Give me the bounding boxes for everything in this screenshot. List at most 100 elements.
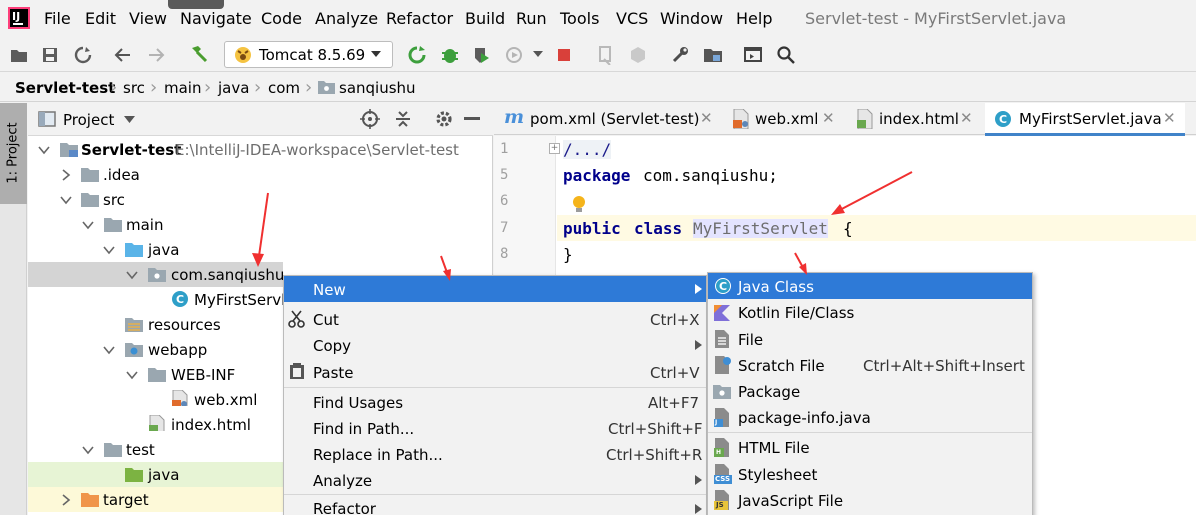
breadcrumb-main[interactable]: main [164,79,201,97]
tree-row-idea[interactable]: .idea [28,162,493,187]
menu-item-analyze[interactable]: Analyze [313,472,372,490]
menu-build[interactable]: Build [465,9,505,28]
tree-row-test-java[interactable]: java [28,462,283,487]
submenu-item-java-class[interactable]: Java Class [738,278,814,296]
attach-debugger-icon[interactable] [596,45,616,65]
menu-navigate[interactable]: Navigate [180,9,252,28]
tree-label: java [148,466,180,484]
debug-bug-icon[interactable] [440,45,460,65]
tree-row-src[interactable]: src [28,187,493,212]
hide-panel-icon[interactable] [464,117,480,121]
menu-code[interactable]: Code [261,9,302,28]
submenu-item-html-file[interactable]: HTML File [738,439,810,457]
tree-row-main[interactable]: main [28,212,493,237]
back-arrow-icon[interactable] [114,46,134,66]
menu-file[interactable]: File [44,9,71,28]
submenu-arrow-icon [695,340,702,350]
tree-row-target[interactable]: target [28,487,283,512]
chevron-right-icon [62,169,71,181]
scissors-icon [288,310,305,328]
tree-row-resources[interactable]: resources [28,312,283,337]
tree-row-webxml[interactable]: web.xml [28,387,283,412]
submenu-item-stylesheet[interactable]: Stylesheet [738,466,817,484]
menu-analyze[interactable]: Analyze [315,9,378,28]
sync-icon[interactable] [74,46,94,66]
menu-item-paste[interactable]: Paste [313,364,354,382]
chevron-right-icon [62,494,71,506]
tree-row-webinf[interactable]: WEB-INF [28,362,283,387]
presentation-window-icon[interactable] [743,45,763,65]
locate-target-icon[interactable] [360,109,380,129]
chevron-down-icon [103,246,115,255]
tree-row-indexhtml[interactable]: index.html [28,412,283,437]
fold-toggle-icon[interactable]: + [549,143,560,154]
build-hammer-icon[interactable] [189,44,209,64]
submenu-item-package[interactable]: Package [738,383,800,401]
menu-item-refactor[interactable]: Refactor [313,500,376,515]
submenu-item-package-info[interactable]: package-info.java [738,409,871,427]
profiler-icon[interactable] [504,45,524,65]
close-icon[interactable]: ✕ [700,109,713,127]
menu-help[interactable]: Help [736,9,772,28]
menu-view[interactable]: View [129,9,167,28]
menu-item-replace-in-path[interactable]: Replace in Path... [313,446,443,464]
chevron-down-icon[interactable] [124,116,135,123]
chevron-down-icon[interactable] [533,51,543,58]
tab-index-html[interactable]: index.html ✕ [846,103,982,135]
rerun-icon[interactable] [407,45,427,65]
tree-row-java[interactable]: java [28,237,493,262]
tree-row-project-root[interactable]: Servlet-test E:\IntelliJ-IDEA-workspace\… [28,137,493,162]
menu-run[interactable]: Run [516,9,547,28]
dependencies-icon[interactable] [628,45,648,65]
breadcrumb-sanqiushu[interactable]: sanqiushu [339,79,416,97]
settings-wrench-icon[interactable] [670,45,690,65]
menu-edit[interactable]: Edit [85,9,116,28]
project-panel-title[interactable]: Project [63,111,114,129]
breadcrumb-project[interactable]: Servlet-test [15,79,115,97]
search-icon[interactable] [776,45,796,65]
collapse-all-icon[interactable] [393,109,413,129]
tab-web-xml[interactable]: web.xml ✕ [722,103,844,135]
tab-label: MyFirstServlet.java [1019,110,1162,128]
tree-row-package-selected[interactable]: com.sanqiushu [28,262,284,287]
menu-item-cut[interactable]: Cut [313,311,339,329]
close-icon[interactable]: ✕ [1163,109,1176,127]
line-number: 6 [500,193,509,209]
gear-icon[interactable] [434,109,454,129]
menu-item-new[interactable]: New [313,281,346,299]
folder-icon [104,443,122,457]
open-folder-icon[interactable] [10,46,30,66]
breadcrumb-com[interactable]: com [268,79,300,97]
tree-path-hint: E:\IntelliJ-IDEA-workspace\Servlet-test [175,141,459,159]
menu-vcs[interactable]: VCS [616,9,648,28]
submenu-item-scratch-file[interactable]: Scratch File [738,357,825,375]
menu-item-copy[interactable]: Copy [313,337,351,355]
menu-window[interactable]: Window [660,9,723,28]
tab-myfirstservlet-active[interactable]: C MyFirstServlet.java ✕ [985,103,1185,136]
tree-row-test[interactable]: test [28,437,283,462]
tree-row-myfirstservlet[interactable]: C MyFirstServlet [28,287,300,312]
menu-tools[interactable]: Tools [560,9,599,28]
folded-imports[interactable]: /.../ [563,140,612,159]
context-menu-item-new-highlight[interactable] [284,276,706,302]
save-icon[interactable] [41,46,61,66]
breadcrumb-src[interactable]: src [123,79,145,97]
tree-row-webapp[interactable]: webapp [28,337,283,362]
lightbulb-icon[interactable] [571,195,587,215]
submenu-arrow-icon [695,475,702,485]
project-structure-icon[interactable] [703,45,723,65]
submenu-item-javascript-file[interactable]: JavaScript File [738,492,843,510]
forward-arrow-icon[interactable] [147,46,167,66]
menu-item-find-in-path[interactable]: Find in Path... [313,420,414,438]
shortcut-scratch-file: Ctrl+Alt+Shift+Insert [863,357,1025,375]
close-icon[interactable]: ✕ [822,109,835,127]
tab-pom-xml[interactable]: m pom.xml (Servlet-test) ✕ [494,103,721,135]
close-icon[interactable]: ✕ [960,109,973,127]
submenu-item-kotlin[interactable]: Kotlin File/Class [738,304,854,322]
submenu-item-file[interactable]: File [738,331,763,349]
breadcrumb-java[interactable]: java [218,79,249,97]
menu-item-find-usages[interactable]: Find Usages [313,394,403,412]
run-with-coverage-icon[interactable] [472,45,492,65]
menu-refactor[interactable]: Refactor [386,9,453,28]
stop-icon[interactable] [556,47,576,67]
